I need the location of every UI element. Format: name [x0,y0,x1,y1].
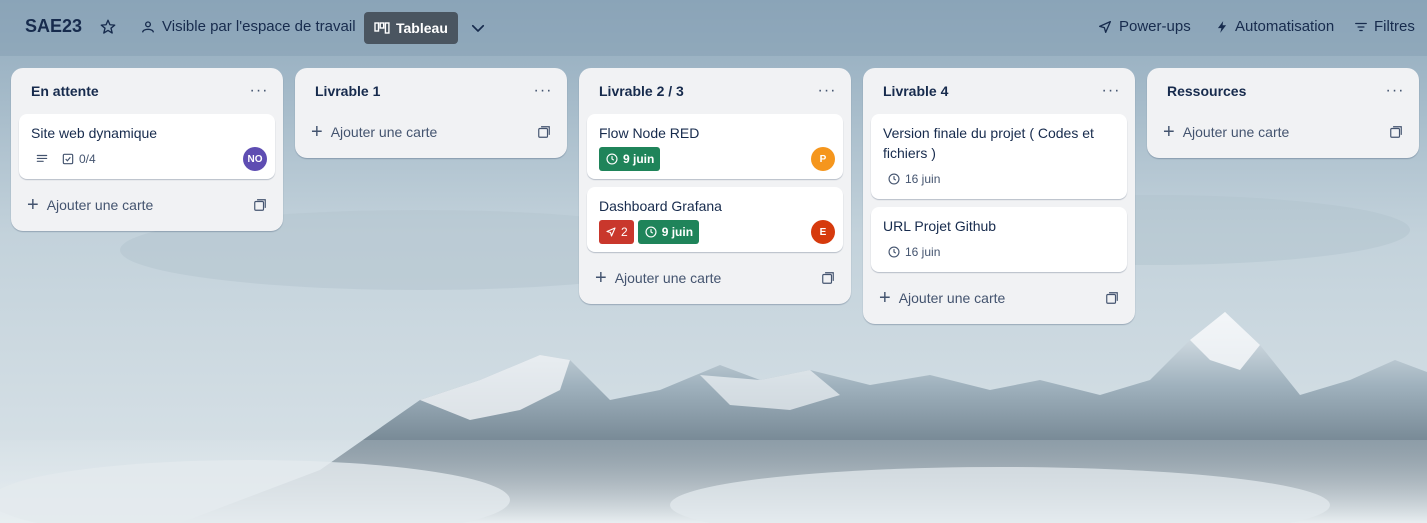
plus-icon: + [595,267,607,289]
filters-label: Filtres [1374,18,1415,35]
checklist-count: 0/4 [79,152,96,166]
card-dashboard-grafana[interactable]: Dashboard Grafana 2 9 juin E [587,187,843,252]
list-ressources: Ressources ··· + Ajouter une carte [1147,68,1419,158]
due-date-badge[interactable]: 16 juin [883,172,944,186]
filter-icon [1354,20,1368,34]
list-title[interactable]: En attente [31,83,99,99]
add-card-label: Ajouter une carte [898,290,1006,306]
filters-button[interactable]: Filtres [1354,18,1415,35]
rocket-icon [605,226,617,238]
card-url-projet-github[interactable]: URL Projet Github 16 juin [871,207,1127,272]
add-card-label: Ajouter une carte [1182,124,1290,140]
description-icon [31,152,53,166]
visibility-button[interactable]: Visible par l'espace de travail [140,18,356,35]
more-icon[interactable]: ··· [1099,79,1123,103]
card-version-finale[interactable]: Version finale du projet ( Codes et fich… [871,114,1127,199]
visibility-label: Visible par l'espace de travail [162,18,356,35]
card-title: Version finale du projet ( Codes et fich… [883,125,1094,161]
due-date: 16 juin [905,245,941,259]
card-badges: 9 juin [599,147,831,171]
attachment-badge: 2 [599,220,634,244]
plus-icon: + [311,121,323,143]
visibility-icon [140,19,156,35]
due-date-badge[interactable]: 9 juin [599,147,661,171]
add-card-label: Ajouter une carte [614,270,722,286]
add-card-label: Ajouter une carte [330,124,438,140]
powerups-button[interactable]: Power-ups [1097,18,1191,35]
card-site-web-dynamique[interactable]: Site web dynamique 0/4 NO [19,114,275,179]
chevron-down-icon[interactable] [469,19,487,37]
rocket-icon [1097,19,1113,35]
list-header: Livrable 2 / 3 ··· [587,68,843,114]
powerups-label: Power-ups [1119,18,1191,35]
card-flow-node-red[interactable]: Flow Node RED 9 juin P [587,114,843,179]
add-card-button[interactable]: + Ajouter une carte [303,114,559,150]
view-label: Tableau [396,20,448,36]
card-badges: 2 9 juin [599,220,831,244]
due-date: 16 juin [905,172,941,186]
avatar[interactable]: NO [243,147,267,171]
avatar[interactable]: P [811,147,835,171]
template-icon[interactable] [1389,125,1403,139]
plus-icon: + [1163,121,1175,143]
card-title: Flow Node RED [599,125,700,141]
board-title[interactable]: SAE23 [25,16,82,37]
list-en-attente: En attente ··· Site web dynamique 0/4 NO… [11,68,283,231]
view-switch-button[interactable]: Tableau [364,12,458,44]
more-icon[interactable]: ··· [1383,79,1407,103]
list-header: Livrable 4 ··· [871,68,1127,114]
card-badges: 16 juin [883,240,1115,264]
plus-icon: + [879,287,891,309]
add-card-label: Ajouter une carte [46,197,154,213]
add-card-button[interactable]: + Ajouter une carte [1155,114,1411,150]
more-icon[interactable]: ··· [531,79,555,103]
automation-button[interactable]: Automatisation [1215,18,1334,35]
clock-icon [605,152,619,166]
list-title[interactable]: Ressources [1167,83,1246,99]
list-livrable-2-3: Livrable 2 / 3 ··· Flow Node RED 9 juin … [579,68,851,304]
star-icon[interactable] [99,18,117,36]
template-icon[interactable] [1105,291,1119,305]
board-header: SAE23 Visible par l'espace de travail Ta… [0,0,1427,56]
due-date-badge[interactable]: 9 juin [637,220,700,244]
list-title[interactable]: Livrable 1 [315,83,380,99]
avatar[interactable]: E [811,220,835,244]
template-icon[interactable] [253,198,267,212]
card-title: Site web dynamique [31,125,158,141]
list-header: En attente ··· [19,68,275,114]
checklist-badge: 0/4 [57,152,100,166]
due-date: 9 juin [623,152,655,166]
clock-icon [644,225,658,239]
due-date: 9 juin [661,225,694,239]
list-livrable-1: Livrable 1 ··· + Ajouter une carte [295,68,567,158]
clock-icon [887,245,901,259]
due-date-badge[interactable]: 16 juin [883,245,944,259]
list-title[interactable]: Livrable 4 [883,83,948,99]
card-badges: 16 juin [883,167,1115,191]
template-icon[interactable] [821,271,835,285]
add-card-button[interactable]: + Ajouter une carte [587,260,843,296]
attachment-count: 2 [621,225,628,239]
add-card-button[interactable]: + Ajouter une carte [871,280,1127,316]
more-icon[interactable]: ··· [815,79,839,103]
lightning-icon [1215,19,1229,35]
more-icon[interactable]: ··· [247,79,271,103]
list-title[interactable]: Livrable 2 / 3 [599,83,684,99]
automation-label: Automatisation [1235,18,1335,35]
plus-icon: + [27,194,39,216]
add-card-button[interactable]: + Ajouter une carte [19,187,275,223]
clock-icon [887,172,901,186]
card-title: URL Projet Github [883,218,997,234]
template-icon[interactable] [537,125,551,139]
board-view-icon [374,21,390,35]
checklist-icon [61,152,75,166]
card-badges: 0/4 [31,147,263,171]
card-title: Dashboard Grafana [599,198,722,214]
list-header: Ressources ··· [1155,68,1411,114]
list-livrable-4: Livrable 4 ··· Version finale du projet … [863,68,1135,324]
list-header: Livrable 1 ··· [303,68,559,114]
